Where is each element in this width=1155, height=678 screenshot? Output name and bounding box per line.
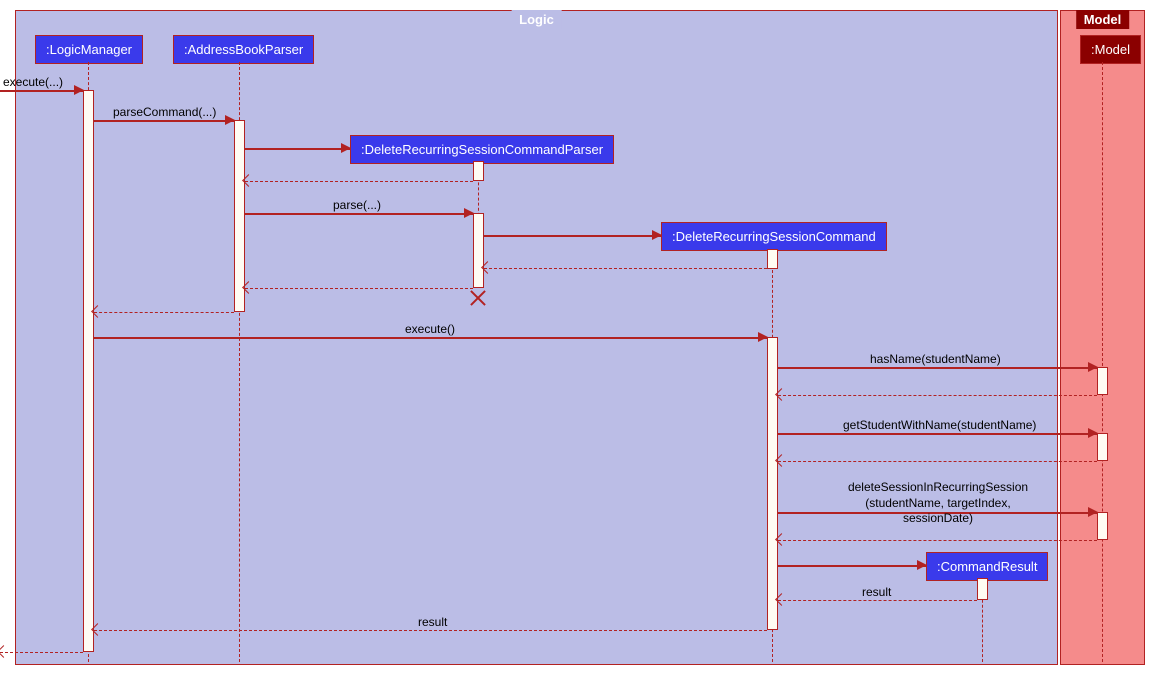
arrow-return-result2 bbox=[94, 630, 767, 631]
arrow-return-parser-create bbox=[245, 181, 473, 182]
arrow-return-hasname bbox=[778, 395, 1097, 396]
destroy-icon bbox=[468, 288, 488, 308]
msg-deletesession-l2: (studentName, targetIndex, sessionDate) bbox=[838, 496, 1038, 527]
msg-hasname: hasName(studentName) bbox=[870, 352, 1001, 366]
msg-deletesession-l1: deleteSessionInRecurringSession bbox=[838, 480, 1038, 496]
activation-command-1 bbox=[767, 249, 778, 269]
arrow-return-parse bbox=[245, 288, 473, 289]
activation-parser-2 bbox=[473, 213, 484, 288]
participant-model: :Model bbox=[1080, 35, 1141, 64]
msg-getstudent: getStudentWithName(studentName) bbox=[843, 418, 1036, 432]
participant-command: :DeleteRecurringSessionCommand bbox=[661, 222, 887, 251]
lifeline-model bbox=[1102, 62, 1103, 662]
activation-logicmanager bbox=[83, 90, 94, 652]
activation-model-3 bbox=[1097, 512, 1108, 540]
logic-label: Logic bbox=[511, 10, 562, 29]
activation-addressbookparser bbox=[234, 120, 245, 312]
arrow-return-command-create bbox=[484, 268, 767, 269]
msg-result1: result bbox=[862, 585, 891, 599]
msg-execute-in: execute(...) bbox=[3, 75, 63, 89]
arrow-return-deletesession bbox=[778, 540, 1097, 541]
arrow-return-out bbox=[0, 652, 83, 653]
arrow-return-result1 bbox=[778, 600, 977, 601]
arrow-parse bbox=[245, 213, 473, 215]
msg-deletesession: deleteSessionInRecurringSession (student… bbox=[838, 480, 1038, 527]
msg-execute: execute() bbox=[405, 322, 455, 336]
arrow-create-parser bbox=[245, 148, 350, 150]
msg-parsecommand: parseCommand(...) bbox=[113, 105, 216, 119]
activation-model-1 bbox=[1097, 367, 1108, 395]
activation-model-2 bbox=[1097, 433, 1108, 461]
arrow-parsecommand bbox=[94, 120, 234, 122]
arrow-hasname bbox=[778, 367, 1097, 369]
arrow-getstudent bbox=[778, 433, 1097, 435]
arrow-create-result bbox=[778, 565, 926, 567]
arrow-execute bbox=[94, 337, 767, 339]
arrow-return-parsecommand bbox=[94, 312, 234, 313]
msg-parse: parse(...) bbox=[333, 198, 381, 212]
arrow-execute-in bbox=[0, 90, 83, 92]
participant-parser: :DeleteRecurringSessionCommandParser bbox=[350, 135, 614, 164]
activation-parser-1 bbox=[473, 161, 484, 181]
activation-commandresult bbox=[977, 578, 988, 600]
arrow-return-getstudent bbox=[778, 461, 1097, 462]
arrow-create-command bbox=[484, 235, 661, 237]
participant-logicmanager: :LogicManager bbox=[35, 35, 143, 64]
msg-result2: result bbox=[418, 615, 447, 629]
participant-addressbookparser: :AddressBookParser bbox=[173, 35, 314, 64]
participant-commandresult: :CommandResult bbox=[926, 552, 1048, 581]
activation-command-2 bbox=[767, 337, 778, 630]
model-label: Model bbox=[1076, 10, 1130, 29]
